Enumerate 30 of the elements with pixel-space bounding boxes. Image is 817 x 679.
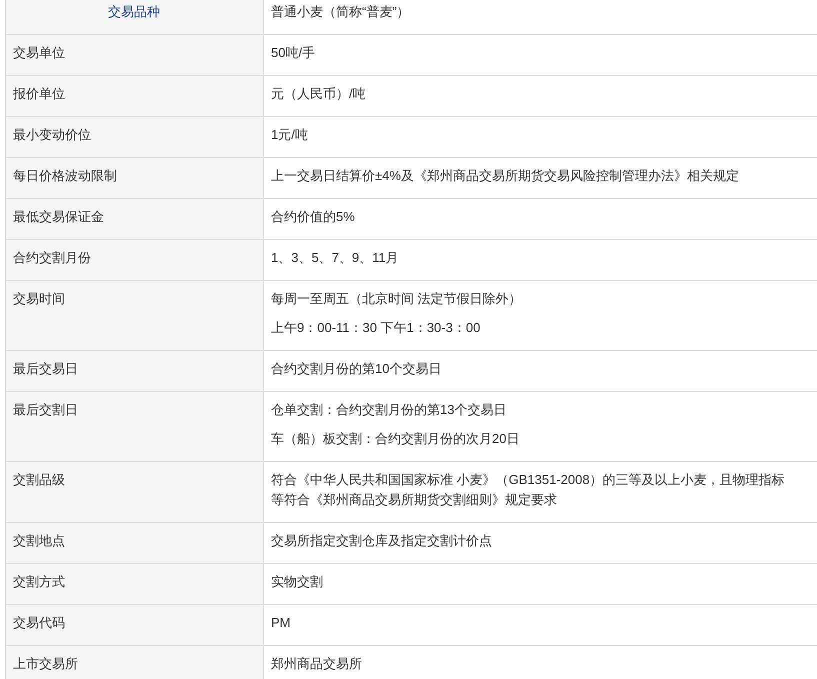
value-cell-text: 1、3、5、7、9、11月 (270, 249, 400, 267)
label-cell: 报价单位 (6, 76, 264, 116)
label-cell: 最后交割日 (6, 392, 264, 461)
value-cell-text: 1元/吨 (270, 126, 309, 144)
label-cell: 交易代码 (6, 605, 264, 645)
value-cell-text: PM (270, 614, 292, 632)
value-cell-text: 交易所指定交割仓库及指定交割计价点 (270, 532, 493, 550)
value-cell-text: 合约价值的5% (270, 208, 356, 226)
value-cell-text: 郑州商品交易所 (270, 655, 363, 673)
label-cell: 交易单位 (6, 35, 264, 75)
label-cell: 交易时间 (6, 281, 264, 350)
label-cell: 交割方式 (6, 564, 264, 604)
header-cell: 交易品种 (6, 0, 264, 34)
value-cell-text: 50吨/手 (270, 44, 316, 62)
value-cell-text: 符合《中华人民共和国国家标准 小麦》（GB1351-2008）的三等及以上小麦，且物理指标等符合《郑州商品交易所期货交割细则》规定要求 (270, 471, 786, 509)
value-cell-text: 仓单交割：合约交割月份的第13个交易日 车（船）板交割：合约交割月份的次月20日 (270, 401, 520, 448)
label-cell: 上市交易所 (6, 646, 264, 679)
value-cell-text: 合约交割月份的第10个交易日 (270, 360, 442, 378)
label-cell: 最后交易日 (6, 351, 264, 391)
value-cell-text: 每周一至周五（北京时间 法定节假日除外） 上午9：00-11：30 下午1：30-3：00 (270, 290, 523, 337)
value-cell-text: 实物交割 (270, 573, 324, 591)
label-cell: 合约交割月份 (6, 240, 264, 280)
label-cell: 交割地点 (6, 523, 264, 563)
label-cell: 最小变动价位 (6, 117, 264, 157)
label-cell: 每日价格波动限制 (6, 158, 264, 198)
label-cell: 交割品级 (6, 462, 264, 522)
value-cell-text: 元（人民币）/吨 (270, 85, 367, 103)
value-cell-text: 上一交易日结算价±4%及《郑州商品交易所期货交易风险控制管理办法》相关规定 (270, 167, 740, 185)
label-cell: 最低交易保证金 (6, 199, 264, 239)
value-cell-text: 普通小麦（简称“普麦”） (270, 3, 411, 21)
